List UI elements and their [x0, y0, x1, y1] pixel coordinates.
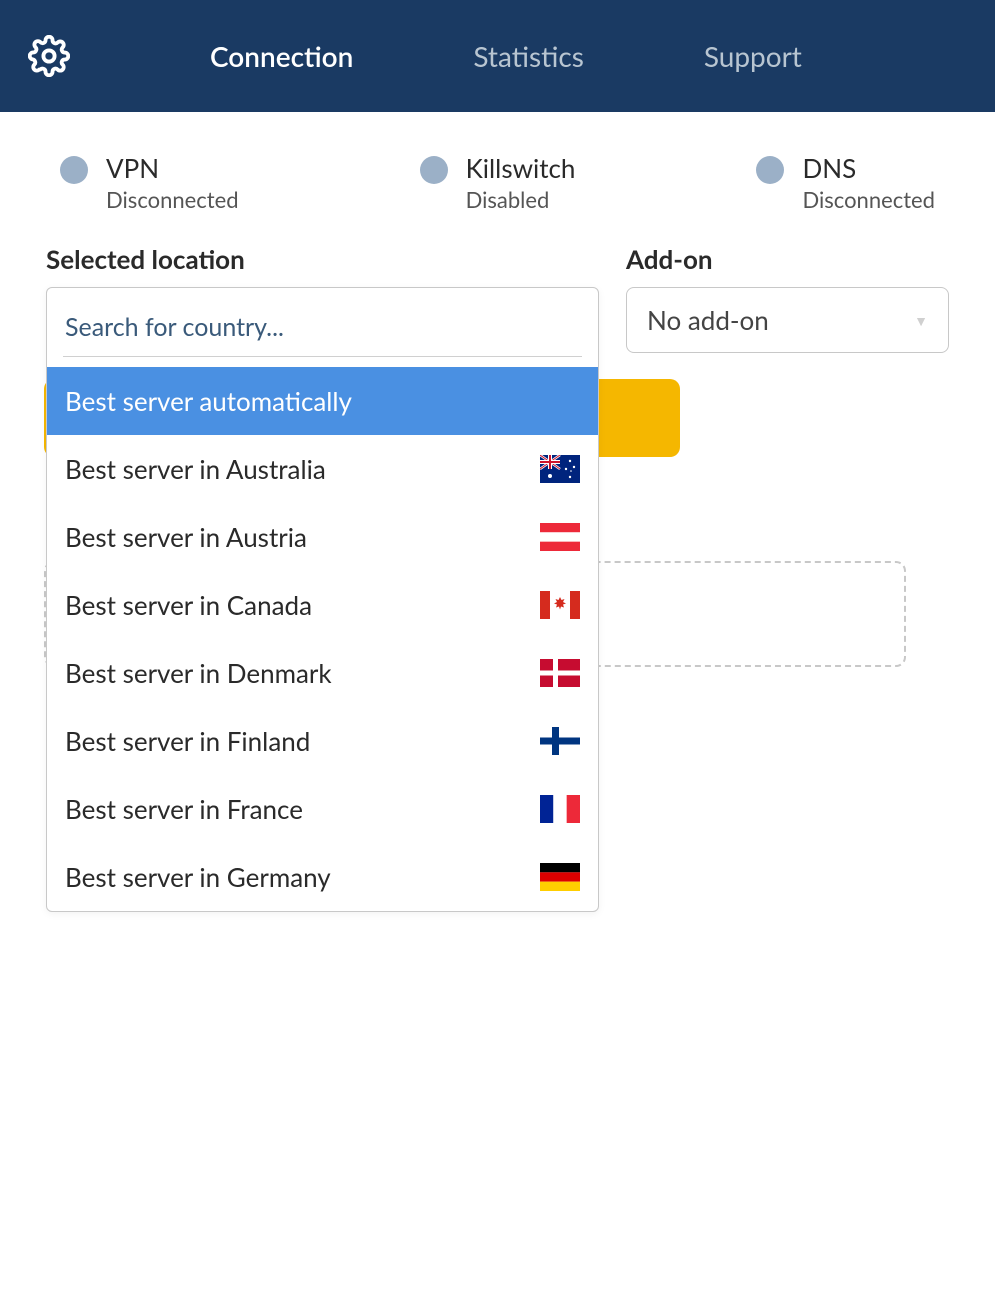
location-option[interactable]: Best server automatically: [47, 367, 598, 435]
status-dns: DNS Disconnected: [756, 152, 935, 213]
location-label: Selected location: [46, 243, 596, 275]
flag-icon: [540, 523, 580, 551]
chevron-down-icon: ▼: [914, 312, 928, 329]
status-killswitch-title: Killswitch: [466, 152, 576, 184]
flag-icon: [540, 455, 580, 483]
location-option[interactable]: Best server in France: [47, 775, 598, 843]
header-tabs: Connection Statistics Support: [150, 39, 862, 73]
location-option-label: Best server automatically: [65, 385, 352, 417]
location-option-label: Best server in France: [65, 793, 303, 825]
status-killswitch: Killswitch Disabled: [420, 152, 576, 213]
status-dot-icon: [60, 156, 88, 184]
status-dns-title: DNS: [802, 152, 935, 184]
tab-support[interactable]: Support: [644, 39, 862, 73]
location-option-label: Best server in Germany: [65, 861, 331, 893]
tab-statistics[interactable]: Statistics: [413, 39, 643, 73]
location-option-label: Best server in Denmark: [65, 657, 332, 689]
location-option[interactable]: Best server in Canada: [47, 571, 598, 639]
tab-connection[interactable]: Connection: [150, 39, 413, 73]
status-dns-sub: Disconnected: [802, 186, 935, 213]
flag-icon: [540, 727, 580, 755]
status-row: VPN Disconnected Killswitch Disabled DNS…: [0, 112, 995, 243]
app-header: Connection Statistics Support: [0, 0, 995, 112]
location-option[interactable]: Best server in Germany: [47, 843, 598, 911]
status-vpn-sub: Disconnected: [106, 186, 239, 213]
location-option[interactable]: Best server in Denmark: [47, 639, 598, 707]
status-dot-icon: [756, 156, 784, 184]
location-dropdown[interactable]: Best server automatically Best server in …: [46, 287, 599, 912]
location-option[interactable]: Best server in Finland: [47, 707, 598, 775]
status-vpn-title: VPN: [106, 152, 239, 184]
location-option-label: Best server in Finland: [65, 725, 310, 757]
gear-icon[interactable]: [28, 35, 70, 77]
status-vpn: VPN Disconnected: [60, 152, 239, 213]
status-dot-icon: [420, 156, 448, 184]
location-option[interactable]: Best server in Austria: [47, 503, 598, 571]
location-option-label: Best server in Canada: [65, 589, 312, 621]
addon-label: Add-on: [626, 243, 949, 275]
flag-icon: [540, 795, 580, 823]
location-option[interactable]: Best server in Australia: [47, 435, 598, 503]
status-killswitch-sub: Disabled: [466, 186, 576, 213]
flag-icon: [540, 863, 580, 891]
search-input[interactable]: [63, 304, 582, 357]
location-option-label: Best server in Australia: [65, 453, 326, 485]
location-option-label: Best server in Austria: [65, 521, 307, 553]
flag-icon: [540, 591, 580, 619]
location-option-list: Best server automatically Best server in …: [47, 367, 598, 911]
flag-icon: [540, 659, 580, 687]
